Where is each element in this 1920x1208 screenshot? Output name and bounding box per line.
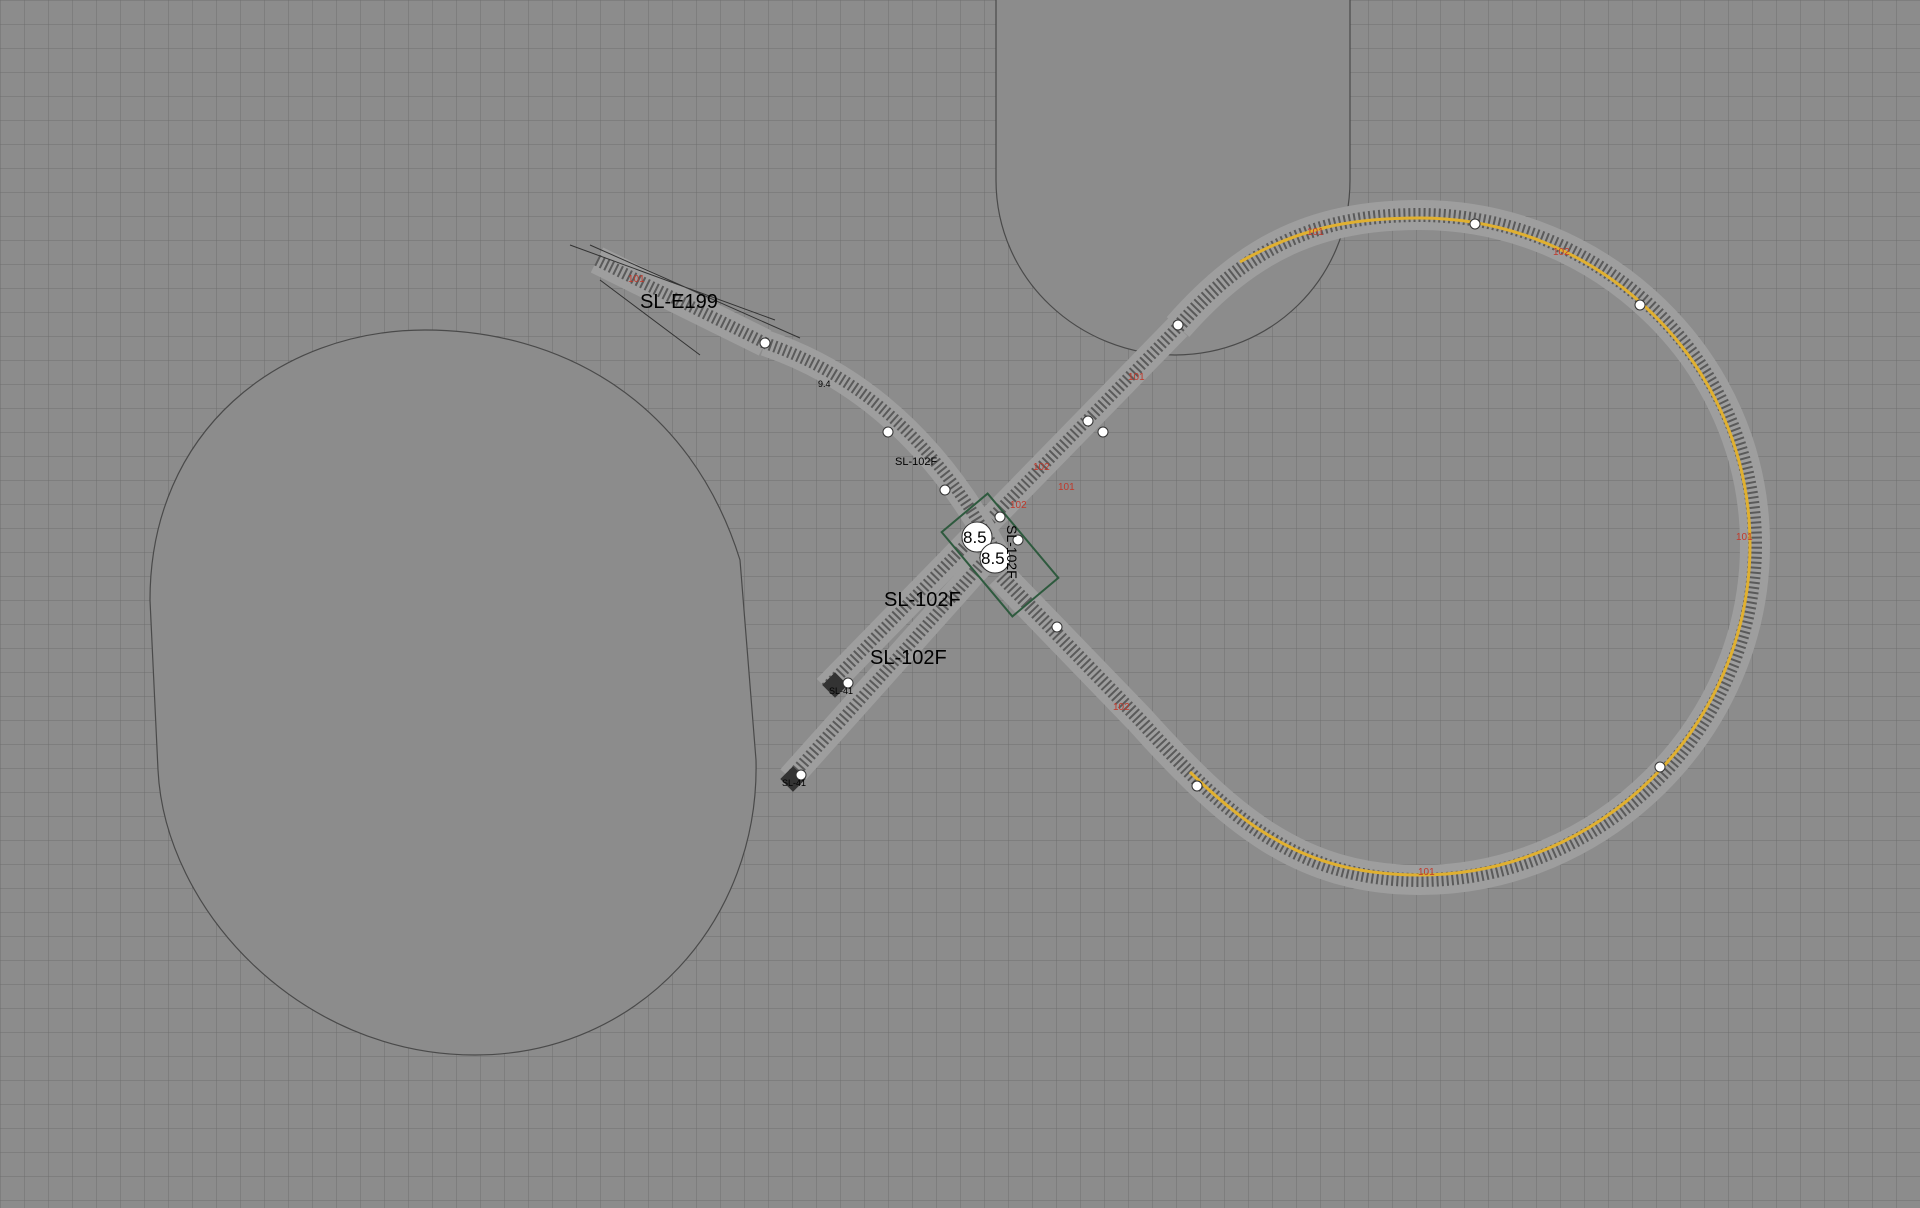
label-crossing-b: 8.5 — [981, 549, 1005, 568]
svg-text:101: 101 — [1058, 482, 1075, 493]
label-crossing-a: 8.5 — [963, 528, 987, 547]
baseboard-oval-left[interactable] — [149, 329, 757, 1056]
svg-text:101: 101 — [628, 274, 645, 285]
label-stop-a: SL-41 — [829, 686, 853, 696]
label-flex-left-a: SL-102F — [884, 589, 961, 611]
svg-text:101: 101 — [1736, 532, 1753, 543]
svg-text:101: 101 — [1128, 372, 1145, 383]
label-flex-left-b: SL-102F — [870, 647, 947, 669]
label-flex-upper: SL-102F — [895, 456, 937, 468]
svg-text:102: 102 — [1033, 462, 1050, 473]
label-small-angle: 9.4 — [818, 379, 831, 389]
svg-text:101: 101 — [1418, 867, 1435, 878]
baseboard-u-top[interactable] — [995, 0, 1351, 356]
svg-text:102: 102 — [1010, 500, 1027, 511]
svg-text:102: 102 — [1113, 702, 1130, 713]
svg-text:101: 101 — [1307, 227, 1324, 238]
label-crossing-side: SL-102F — [1004, 525, 1020, 579]
layout-canvas[interactable]: 101 102 101 101 102 101 102 101 102 101 … — [0, 0, 1920, 1208]
label-turnout: SL-E199 — [640, 291, 718, 313]
svg-text:102: 102 — [1553, 247, 1570, 258]
label-stop-b: SL-41 — [782, 778, 806, 788]
